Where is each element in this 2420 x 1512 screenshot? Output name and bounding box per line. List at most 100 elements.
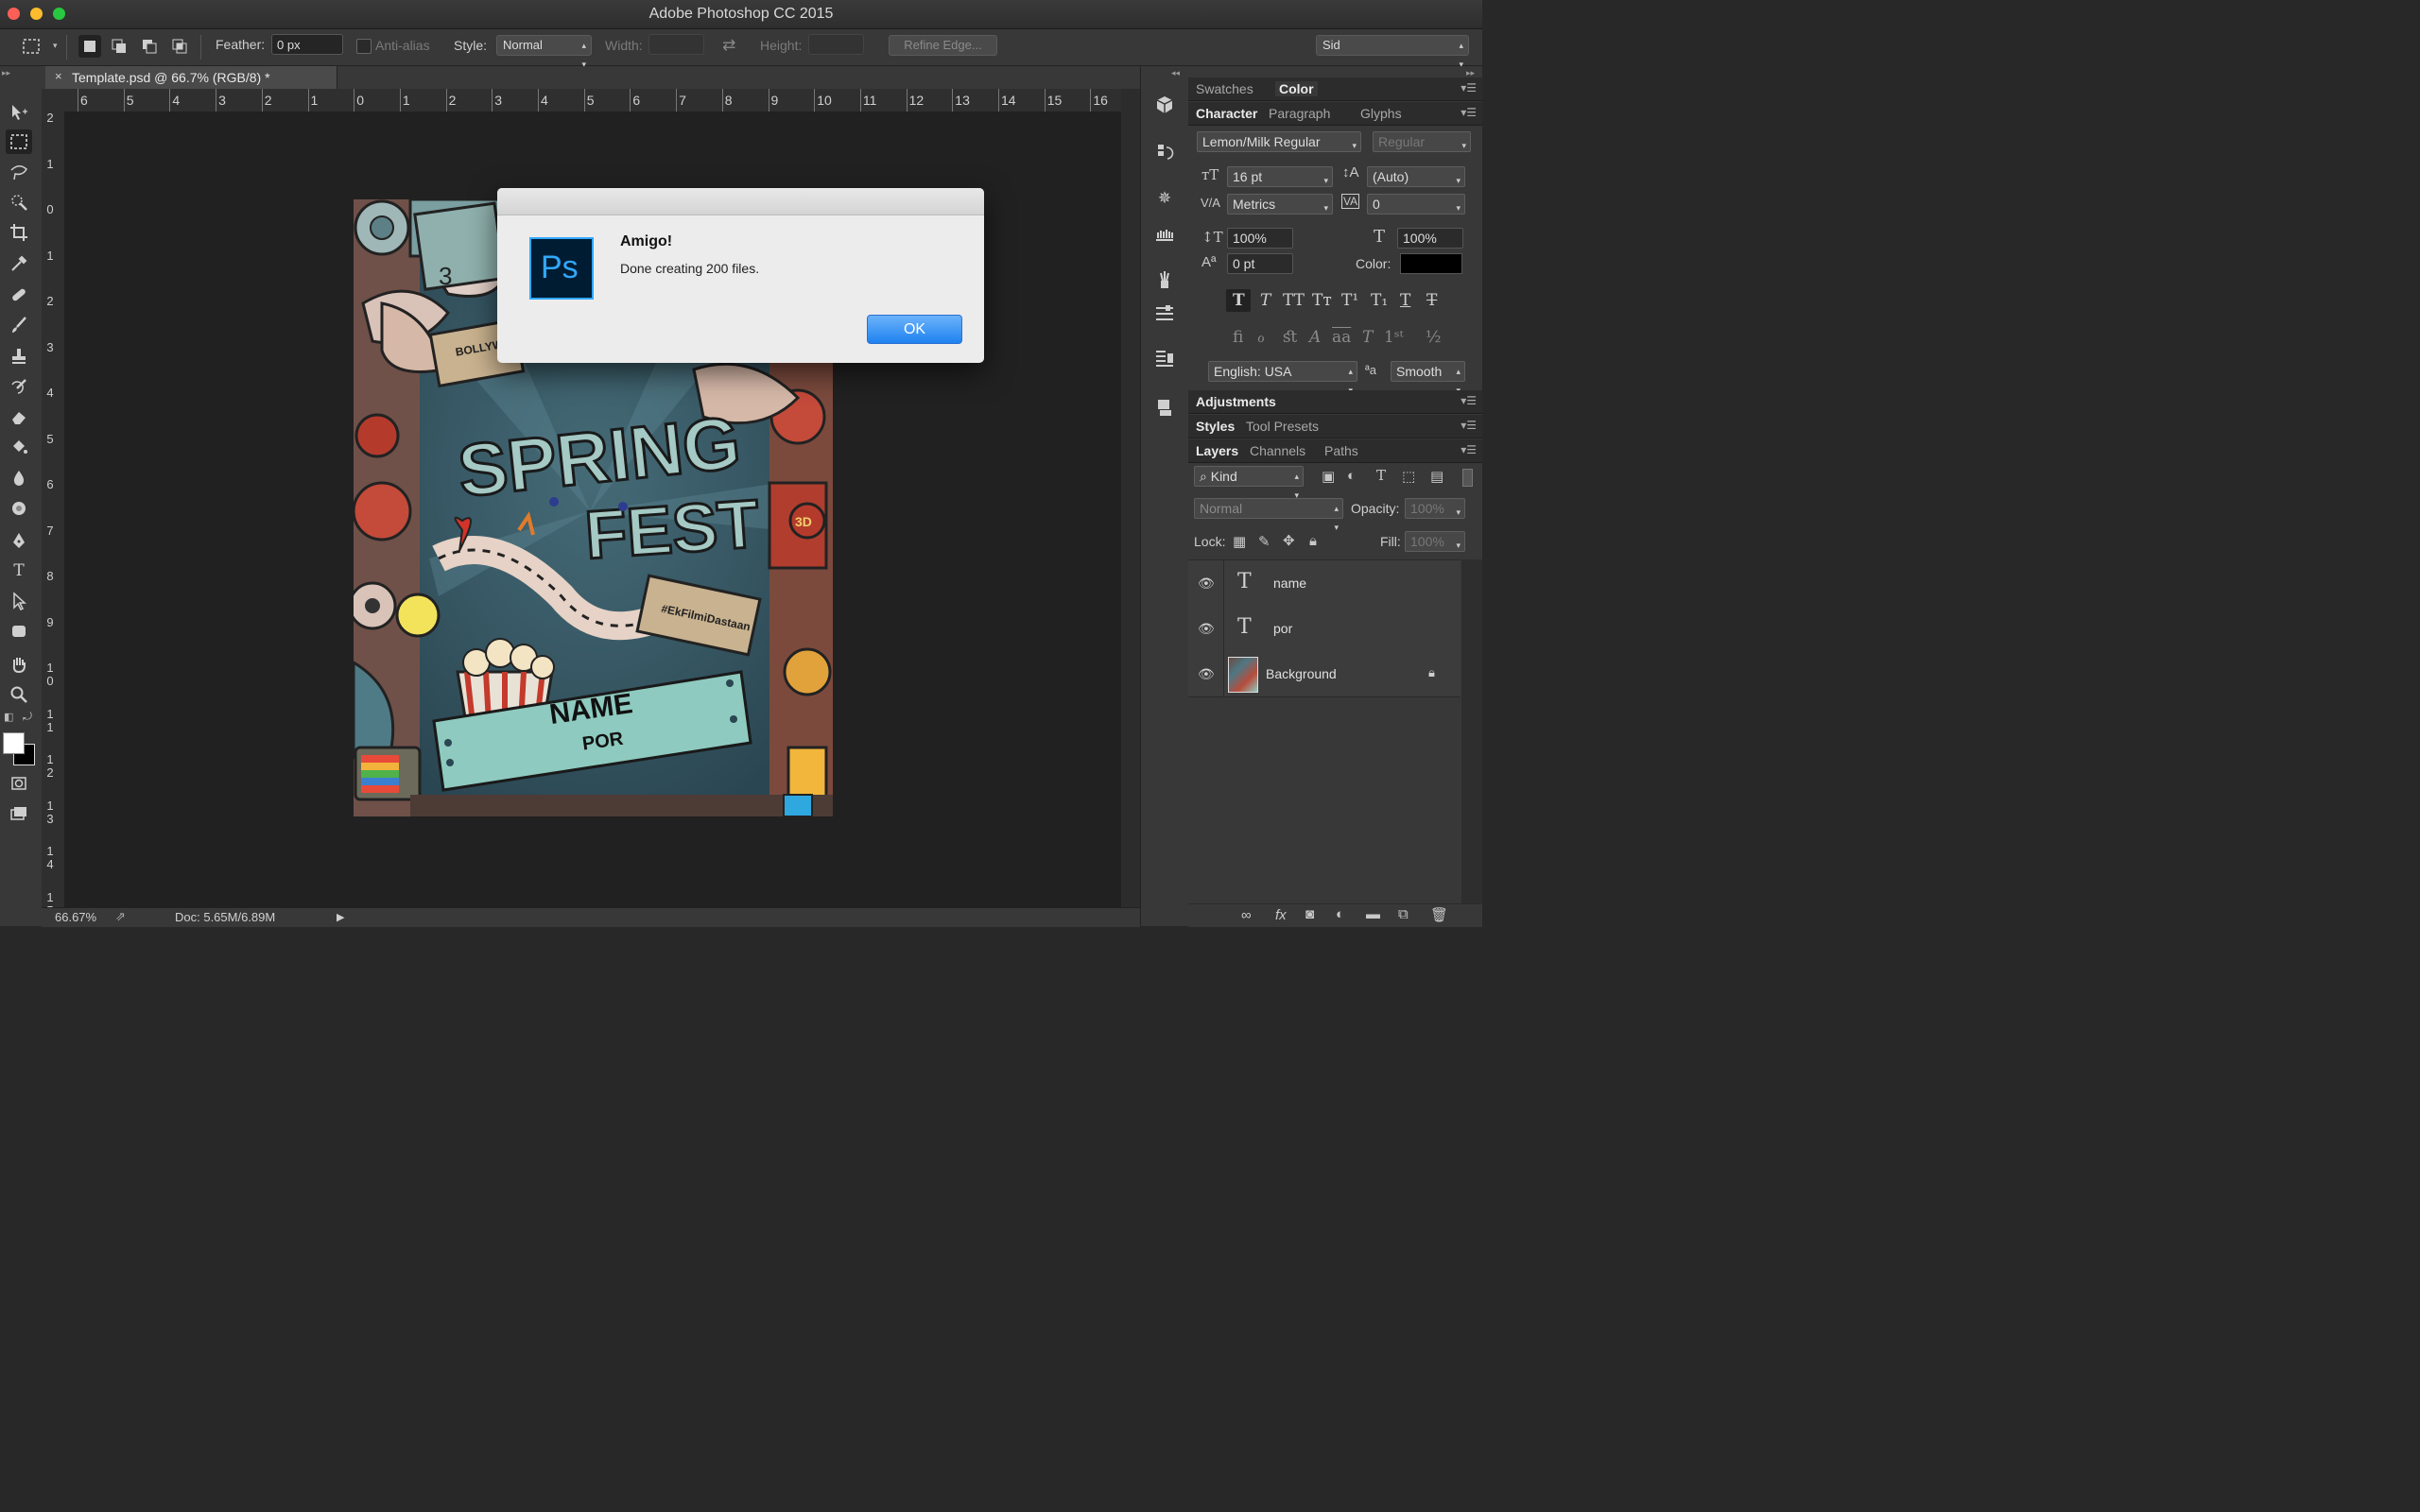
swap-colors-icon[interactable]: ⤾ xyxy=(23,710,32,724)
visibility-eye-icon[interactable]: 👁︎ xyxy=(1198,666,1215,682)
canvas-scrollbar[interactable] xyxy=(1121,89,1140,907)
panel-menu-icon[interactable]: ▾☰ xyxy=(1461,106,1477,119)
old-style-icon[interactable]: ℴ xyxy=(1257,328,1265,347)
eyedropper-tool-icon[interactable] xyxy=(6,251,32,276)
zoom-level[interactable]: 66.67% xyxy=(55,910,96,924)
close-tab-icon[interactable]: × xyxy=(55,69,62,83)
rectangular-marquee-tool-icon[interactable] xyxy=(6,129,32,154)
all-caps-icon[interactable]: TT xyxy=(1283,291,1305,310)
vertical-scale-input[interactable]: 100% xyxy=(1227,228,1293,249)
tab-adjustments[interactable]: Adjustments xyxy=(1196,394,1276,409)
ruler-origin[interactable] xyxy=(42,89,65,112)
layer-filter-select[interactable]: ⌕ Kind ▴ ▾ xyxy=(1194,466,1304,500)
layer-name[interactable]: name xyxy=(1273,576,1306,591)
tab-glyphs[interactable]: Glyphs xyxy=(1360,106,1402,121)
hand-tool-icon[interactable] xyxy=(6,652,32,677)
filter-shape-icon[interactable]: ⬚ xyxy=(1402,468,1415,485)
tab-paths[interactable]: Paths xyxy=(1324,443,1358,458)
titling-alternates-icon[interactable]: aa xyxy=(1332,328,1351,347)
collapse-arrows-icon[interactable]: ▸▸ xyxy=(2,68,10,78)
zoom-tool-icon[interactable] xyxy=(6,682,32,707)
clone-source-icon[interactable] xyxy=(1152,302,1177,325)
horizontal-ruler[interactable]: 6 5 4 3 2 1 0 1 2 3 4 5 6 7 8 9 10 11 12 13 14 15 16 xyxy=(64,89,1121,112)
quick-mask-icon[interactable] xyxy=(6,771,32,796)
tab-layers[interactable]: Layers xyxy=(1196,443,1238,458)
paint-bucket-tool-icon[interactable] xyxy=(6,435,32,459)
style-select[interactable]: Normal ▴ ▾ xyxy=(496,35,592,69)
ligatures-icon[interactable]: ﬁ xyxy=(1233,328,1243,347)
clone-stamp-tool-icon[interactable] xyxy=(6,344,32,369)
visibility-eye-icon[interactable]: 👁︎ xyxy=(1198,576,1215,592)
horizontal-scale-input[interactable]: 100% xyxy=(1397,228,1463,249)
panel-menu-icon[interactable]: ▾☰ xyxy=(1461,81,1477,94)
antialias-checkbox[interactable] xyxy=(356,39,372,54)
3d-panel-icon[interactable] xyxy=(1152,94,1177,117)
lock-transparent-icon[interactable]: ▦ xyxy=(1233,533,1246,550)
tool-presets-icon[interactable] xyxy=(1152,348,1177,370)
language-select[interactable]: English: USA ▴▾ xyxy=(1208,361,1357,395)
fill-input[interactable]: 100% ▾ xyxy=(1405,531,1465,552)
default-colors-icon[interactable]: ◧ xyxy=(4,711,13,723)
font-style-select[interactable]: Regular ▾ xyxy=(1373,131,1471,152)
lasso-tool-icon[interactable] xyxy=(6,160,32,184)
tab-character[interactable]: Character xyxy=(1196,106,1257,121)
lock-pixels-icon[interactable]: ✎ xyxy=(1258,533,1270,550)
new-selection-button[interactable] xyxy=(78,35,101,58)
faux-bold-icon[interactable]: T xyxy=(1233,291,1245,310)
add-mask-icon[interactable]: ◙ xyxy=(1305,906,1314,922)
vertical-ruler[interactable]: 210123456789101112131415 xyxy=(42,112,65,907)
add-to-selection-button[interactable] xyxy=(108,35,130,58)
swap-dimensions-icon[interactable]: ⇄ xyxy=(722,36,735,55)
feather-input[interactable]: 0 px xyxy=(271,34,343,55)
dodge-tool-icon[interactable] xyxy=(6,496,32,521)
foreground-color-swatch[interactable] xyxy=(3,732,25,754)
filter-toggle[interactable] xyxy=(1462,469,1473,487)
subscript-icon[interactable]: T₁ xyxy=(1371,291,1388,310)
text-color-swatch[interactable] xyxy=(1400,253,1462,274)
kerning-select[interactable]: Metrics ▾ xyxy=(1227,194,1333,215)
lock-position-icon[interactable]: ✥ xyxy=(1283,532,1295,549)
new-adjustment-layer-icon[interactable]: ◐ xyxy=(1336,906,1344,922)
fx-icon[interactable]: fx xyxy=(1275,907,1287,923)
height-input[interactable] xyxy=(808,34,864,55)
screen-mode-icon[interactable] xyxy=(6,801,32,826)
blur-tool-icon[interactable] xyxy=(6,466,32,490)
panel-menu-icon[interactable]: ▾☰ xyxy=(1461,394,1477,407)
preset-chevron-down-icon[interactable]: ▾ xyxy=(53,41,58,51)
subtract-from-selection-button[interactable] xyxy=(138,35,161,58)
font-size-select[interactable]: 16 pt ▾ xyxy=(1227,166,1333,187)
font-family-select[interactable]: Lemon/Milk Regular ▾ xyxy=(1197,131,1361,152)
ordinals-icon[interactable]: T xyxy=(1362,328,1373,347)
tab-channels[interactable]: Channels xyxy=(1250,443,1305,458)
strikethrough-icon[interactable]: T xyxy=(1426,291,1437,310)
path-selection-tool-icon[interactable] xyxy=(6,589,32,613)
new-group-icon[interactable]: ▬ xyxy=(1366,906,1380,922)
pen-tool-icon[interactable] xyxy=(6,528,32,553)
lock-all-icon[interactable]: 🔒︎ xyxy=(1309,533,1317,549)
stylistic-alternates-icon[interactable]: A xyxy=(1309,328,1321,347)
document-tab[interactable]: × Template.psd @ 66.7% (RGB/8) * xyxy=(45,66,337,89)
type-tool-icon[interactable]: T xyxy=(6,558,32,583)
antialias-select[interactable]: Smooth ▴▾ xyxy=(1391,361,1465,395)
blend-mode-select[interactable]: Normal ▴ ▾ xyxy=(1194,498,1343,532)
visibility-eye-icon[interactable]: 👁︎ xyxy=(1198,621,1215,637)
refine-edge-button[interactable]: Refine Edge... xyxy=(889,35,997,56)
workspace-select[interactable]: Sid ▴ ▾ xyxy=(1316,35,1469,69)
filter-adjustment-icon[interactable]: ◐ xyxy=(1347,468,1356,484)
tab-styles[interactable]: Styles xyxy=(1196,419,1235,434)
link-layers-icon[interactable]: ∞ xyxy=(1241,907,1252,923)
layer-name[interactable]: Background xyxy=(1266,666,1337,681)
swash-icon[interactable]: ﬆ xyxy=(1283,328,1298,347)
small-caps-icon[interactable]: Tт xyxy=(1312,291,1332,310)
filter-pixel-icon[interactable]: ▣ xyxy=(1322,468,1335,485)
tracking-select[interactable]: 0 ▾ xyxy=(1367,194,1465,215)
leading-select[interactable]: (Auto) ▾ xyxy=(1367,166,1465,187)
delete-layer-icon[interactable]: 🗑︎ xyxy=(1430,906,1448,923)
new-layer-icon[interactable]: ⧉ xyxy=(1398,906,1409,922)
fractions-icon[interactable]: ½ xyxy=(1426,328,1441,347)
layer-name[interactable]: por xyxy=(1273,621,1292,636)
tab-paragraph[interactable]: Paragraph xyxy=(1269,106,1330,121)
layer-row[interactable]: 👁︎ T name xyxy=(1188,560,1461,607)
notes-panel-icon[interactable] xyxy=(1152,397,1177,420)
filter-type-icon[interactable]: T xyxy=(1376,467,1386,484)
